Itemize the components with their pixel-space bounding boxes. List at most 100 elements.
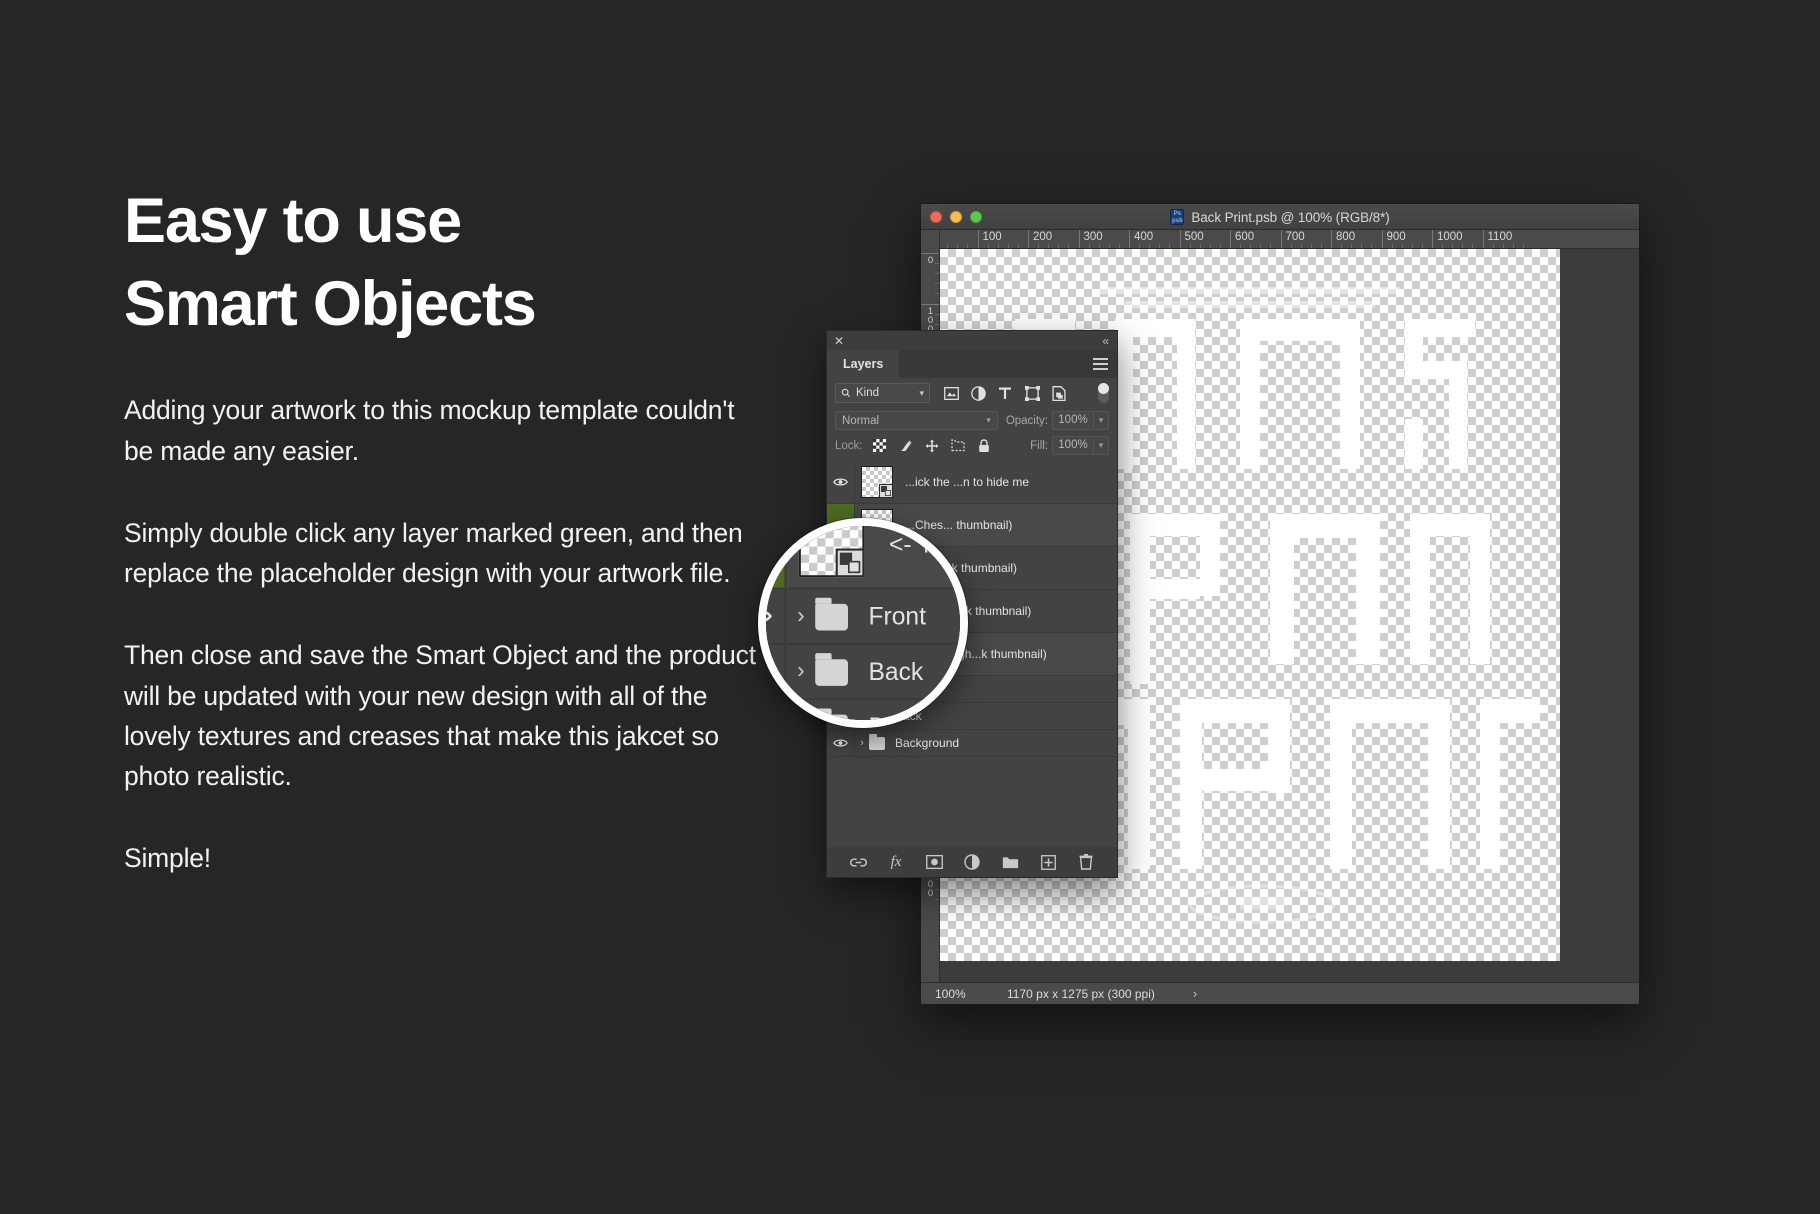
headline: Easy to use Smart Objects <box>124 180 764 346</box>
opacity-stepper[interactable]: ▾ <box>1094 411 1109 430</box>
layer-name: Back <box>868 657 924 686</box>
layer-thumbnail-cell[interactable] <box>855 466 899 498</box>
fill-stepper[interactable]: ▾ <box>1094 436 1109 455</box>
magnified-layer-list: ✕ « Layers Kind ▾ <box>766 526 968 720</box>
opacity-input[interactable]: 100% <box>1052 411 1094 430</box>
lock-transparent-pixels-icon[interactable] <box>873 439 887 453</box>
layer-row[interactable]: <- Your Righ...k thumbnail) <box>766 526 968 590</box>
layer-thumbnail[interactable] <box>861 466 893 498</box>
layer-name: <- Your Righ...k thumbnail) <box>889 530 968 559</box>
new-group-icon[interactable] <box>1001 853 1019 871</box>
ruler-minor-tick <box>1048 244 1050 248</box>
layers-panel-footer[interactable]: fx <box>827 847 1117 877</box>
lock-icons[interactable] <box>873 438 991 453</box>
adjustment-layer-icon[interactable] <box>963 853 981 871</box>
ruler-minor-tick <box>1098 244 1100 248</box>
ruler-minor-tick <box>1209 244 1211 248</box>
window-controls[interactable] <box>930 210 982 223</box>
close-panel-icon[interactable]: ✕ <box>834 335 844 347</box>
minimize-window-button[interactable] <box>950 210 962 223</box>
folder-icon <box>815 652 848 685</box>
headline-line-2: Smart Objects <box>124 269 537 340</box>
chevron-right-icon[interactable]: › <box>787 659 816 684</box>
ruler-minor-tick <box>1351 244 1353 248</box>
ruler-minor-tick <box>1058 244 1060 248</box>
ruler-minor-tick <box>987 244 989 248</box>
close-window-button[interactable] <box>930 210 942 223</box>
adjustment-layer-filter-icon[interactable] <box>970 385 986 401</box>
shape-layer-filter-icon[interactable] <box>1024 385 1040 401</box>
blend-mode-row[interactable]: Normal ▾ Opacity: 100% ▾ <box>827 408 1117 433</box>
ruler-minor-tick <box>1007 244 1009 248</box>
smart-object-badge <box>879 484 893 498</box>
ruler-minor-tick <box>1492 244 1494 248</box>
magnified-layers-panel[interactable]: ✕ « Layers Kind ▾ <box>766 526 968 720</box>
collapse-panel-icon[interactable]: « <box>1102 334 1109 348</box>
blend-mode-value: Normal <box>842 414 880 427</box>
blend-mode-select[interactable]: Normal ▾ <box>835 411 998 430</box>
ruler-minor-tick <box>1371 244 1373 248</box>
chevron-right-icon[interactable]: › <box>787 715 816 720</box>
ruler-minor-tick <box>935 323 939 325</box>
layer-visibility-toggle[interactable] <box>766 589 787 643</box>
panel-menu-icon[interactable] <box>1093 358 1108 373</box>
folder-icon <box>869 733 885 750</box>
ruler-minor-tick <box>935 293 939 295</box>
ruler-minor-tick <box>967 244 969 248</box>
chevron-right-icon[interactable]: › <box>787 604 816 629</box>
smart-object-filter-icon[interactable] <box>1051 385 1067 401</box>
ruler-minor-tick <box>1401 244 1403 248</box>
chevron-right-icon[interactable]: › <box>1193 986 1197 1001</box>
layer-visibility-toggle[interactable] <box>827 730 855 756</box>
delete-layer-icon[interactable] <box>1077 853 1095 871</box>
lock-image-pixels-icon[interactable] <box>899 439 913 453</box>
document-status-bar[interactable]: 100% 1170 px x 1275 px (300 ppi) › <box>921 982 1639 1004</box>
zoom-window-button[interactable] <box>970 210 982 223</box>
panel-tab-strip[interactable]: Layers <box>827 350 1117 378</box>
zoom-level[interactable]: 100% <box>935 987 997 1001</box>
filter-kind-select[interactable]: Kind ▾ <box>835 383 930 403</box>
lock-artboard-nesting-icon[interactable] <box>950 439 965 453</box>
layer-filter-row[interactable]: Kind ▾ <box>827 378 1117 408</box>
layer-row[interactable]: › Front <box>766 589 960 645</box>
pixel-layer-filter-icon[interactable] <box>943 385 959 401</box>
fill-input[interactable]: 100% <box>1052 436 1094 455</box>
horizontal-ruler[interactable]: 010020030040050060070080090010001100 <box>921 230 1639 249</box>
chevron-down-icon: ▾ <box>986 415 991 425</box>
ruler-minor-tick <box>1088 244 1090 248</box>
lock-all-icon[interactable] <box>977 438 991 453</box>
type-layer-filter-icon[interactable] <box>997 385 1013 401</box>
smart-object-badge <box>835 548 865 578</box>
ruler-minor-tick <box>1199 244 1201 248</box>
layer-thumbnail-cell[interactable] <box>787 526 877 578</box>
tab-layers[interactable]: Layers <box>827 350 900 378</box>
layer-style-fx-icon[interactable]: fx <box>887 853 905 871</box>
ruler-minor-tick <box>1169 244 1171 248</box>
opacity-label: Opacity: <box>1005 414 1048 427</box>
paragraph-4: Simple! <box>124 843 211 874</box>
layer-visibility-toggle[interactable] <box>827 461 855 503</box>
ruler-tick: 1 0 0 <box>921 303 939 334</box>
layer-mask-icon[interactable] <box>925 853 943 871</box>
layer-type-filters[interactable] <box>943 385 1067 401</box>
ruler-minor-tick <box>1452 244 1454 248</box>
eye-visibility-icon <box>766 611 772 622</box>
ruler-minor-tick <box>1462 244 1464 248</box>
new-layer-icon[interactable] <box>1039 853 1057 871</box>
ruler-minor-tick <box>1522 244 1524 248</box>
layer-list[interactable]: ...ick the ...n to hide me...Ches... thu… <box>766 526 968 720</box>
link-layers-icon[interactable] <box>849 853 867 871</box>
layer-row[interactable]: ...ick the ...n to hide me <box>827 461 1117 504</box>
layer-thumbnail[interactable] <box>798 526 865 578</box>
lock-row[interactable]: Lock: Fill: 100% ▾ <box>827 433 1117 458</box>
lock-position-icon[interactable] <box>925 439 939 453</box>
filter-enable-toggle[interactable] <box>1098 383 1109 403</box>
document-title-bar[interactable]: Ps psb Back Print.psb @ 100% (RGB/8*) <box>921 204 1639 230</box>
lock-label: Lock: <box>835 439 863 452</box>
layer-row[interactable]: › Back <box>766 644 960 701</box>
layer-row[interactable]: › Background <box>827 730 1117 757</box>
ruler-minor-tick <box>935 879 939 881</box>
ruler-minor-tick <box>957 244 959 248</box>
ruler-minor-tick <box>947 244 949 248</box>
chevron-right-icon[interactable]: › <box>855 737 869 749</box>
